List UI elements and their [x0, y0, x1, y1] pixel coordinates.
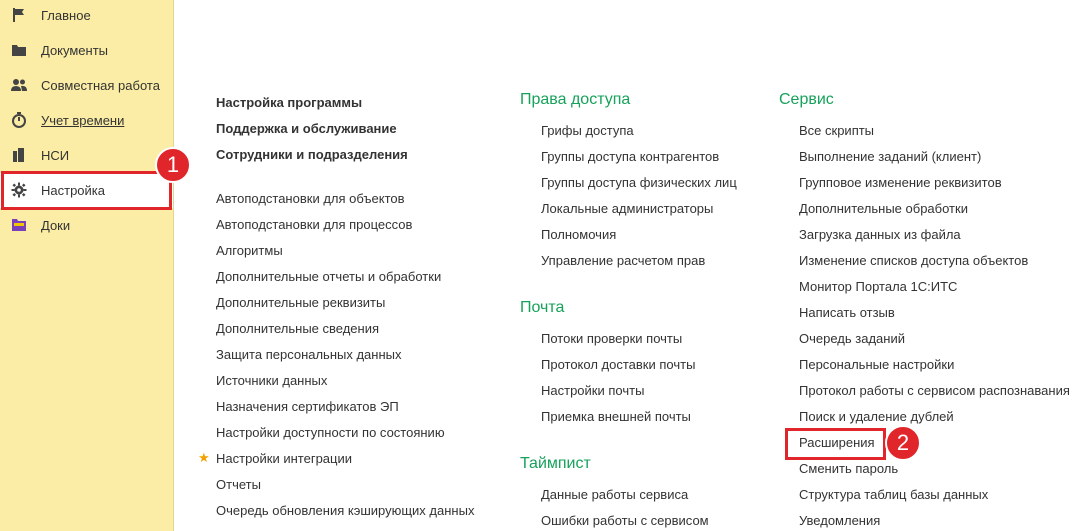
col3-link[interactable]: Поиск и удаление дублей	[799, 409, 954, 424]
step-badge-1: 1	[155, 147, 191, 183]
col3-link[interactable]: Протокол работы с сервисом распознавания	[799, 383, 1070, 398]
col1-link[interactable]: Автоподстановки для объектов	[216, 191, 405, 206]
col3-link[interactable]: Персональные настройки	[799, 357, 954, 372]
sidebar-item-uchet-vremeni[interactable]: Учет времени	[0, 103, 173, 138]
sidebar-item-label: Учет времени	[41, 113, 125, 128]
sidebar-item-doki[interactable]: Доки	[0, 208, 173, 243]
col3-link[interactable]: Написать отзыв	[799, 305, 895, 320]
sidebar-item-label: Доки	[41, 218, 71, 233]
col3-link[interactable]: Изменение списков доступа объектов	[799, 253, 1028, 268]
section-title-taympist: Таймпист	[520, 455, 591, 472]
sidebar-item-label: Совместная работа	[41, 78, 160, 93]
books-icon	[10, 146, 28, 164]
col3-link[interactable]: Структура таблиц базы данных	[799, 487, 988, 502]
col1-link[interactable]: Источники данных	[216, 373, 327, 388]
link-sotrudniki[interactable]: Сотрудники и подразделения	[216, 147, 408, 162]
col2-link[interactable]: Полномочия	[541, 227, 616, 242]
col1-link[interactable]: Дополнительные сведения	[216, 321, 379, 336]
col2-link[interactable]: Приемка внешней почты	[541, 409, 691, 424]
sidebar: Главное Документы Совместная работа Учет…	[0, 0, 174, 531]
sidebar-item-glavnoe[interactable]: Главное	[0, 0, 173, 33]
section-title-prava-dostupa: Права доступа	[520, 91, 631, 108]
col3-link[interactable]: Дополнительные обработки	[799, 201, 968, 216]
folder-color-icon	[10, 216, 28, 234]
col1-link[interactable]: Отчеты	[216, 477, 261, 492]
col1-link[interactable]: Защита персональных данных	[216, 347, 402, 362]
col3-link[interactable]: Монитор Портала 1С:ИТС	[799, 279, 957, 294]
col3-link[interactable]: Сменить пароль	[799, 461, 898, 476]
col3-link[interactable]: Загрузка данных из файла	[799, 227, 961, 242]
col1-link[interactable]: Настройки интеграции	[216, 451, 352, 466]
section-title-servis: Сервис	[779, 91, 834, 108]
col1-link[interactable]: Назначения сертификатов ЭП	[216, 399, 399, 414]
sidebar-item-nsi[interactable]: НСИ	[0, 138, 173, 173]
col2-link[interactable]: Управление расчетом прав	[541, 253, 705, 268]
col2-link[interactable]: Ошибки работы с сервисом	[541, 513, 709, 528]
folder-icon	[10, 41, 28, 59]
sidebar-item-dokumenty[interactable]: Документы	[0, 33, 173, 68]
sidebar-item-sovmestnaya-rabota[interactable]: Совместная работа	[0, 68, 173, 103]
col2-link[interactable]: Потоки проверки почты	[541, 331, 682, 346]
col2-link[interactable]: Грифы доступа	[541, 123, 634, 138]
col2-link[interactable]: Группы доступа контрагентов	[541, 149, 719, 164]
link-podderzhka[interactable]: Поддержка и обслуживание	[216, 121, 397, 136]
col3-link[interactable]: Все скрипты	[799, 123, 874, 138]
col1-link[interactable]: Автоподстановки для процессов	[216, 217, 412, 232]
sidebar-item-label: Документы	[41, 43, 109, 58]
col3-link[interactable]: Групповое изменение реквизитов	[799, 175, 1002, 190]
col2-link[interactable]: Настройки почты	[541, 383, 644, 398]
col1-link[interactable]: Дополнительные отчеты и обработки	[216, 269, 441, 284]
col1-link[interactable]: Очередь обновления кэширующих данных	[216, 503, 474, 518]
col1-link[interactable]: Дополнительные реквизиты	[216, 295, 385, 310]
col2-link[interactable]: Данные работы сервиса	[541, 487, 688, 502]
col2-link[interactable]: Группы доступа физических лиц	[541, 175, 737, 190]
highlight-rasshireniya	[785, 428, 886, 460]
favorite-star-icon[interactable]: ★	[198, 450, 210, 466]
sidebar-item-label: Главное	[41, 8, 91, 23]
timer-icon	[10, 111, 28, 129]
col2-link[interactable]: Протокол доставки почты	[541, 357, 695, 372]
col3-link[interactable]: Уведомления	[799, 513, 880, 528]
highlight-nastroyka	[1, 171, 172, 210]
link-nastroyka-programmy[interactable]: Настройка программы	[216, 95, 362, 110]
col3-link[interactable]: Выполнение заданий (клиент)	[799, 149, 981, 164]
flag-icon	[10, 6, 28, 24]
col3-link[interactable]: Очередь заданий	[799, 331, 905, 346]
col2-link[interactable]: Локальные администраторы	[541, 201, 713, 216]
col1-link[interactable]: Алгоритмы	[216, 243, 283, 258]
col1-link[interactable]: Настройки доступности по состоянию	[216, 425, 445, 440]
section-title-pochta: Почта	[520, 299, 565, 316]
step-badge-2: 2	[885, 425, 921, 461]
users-icon	[10, 76, 28, 94]
sidebar-item-label: НСИ	[41, 148, 70, 163]
